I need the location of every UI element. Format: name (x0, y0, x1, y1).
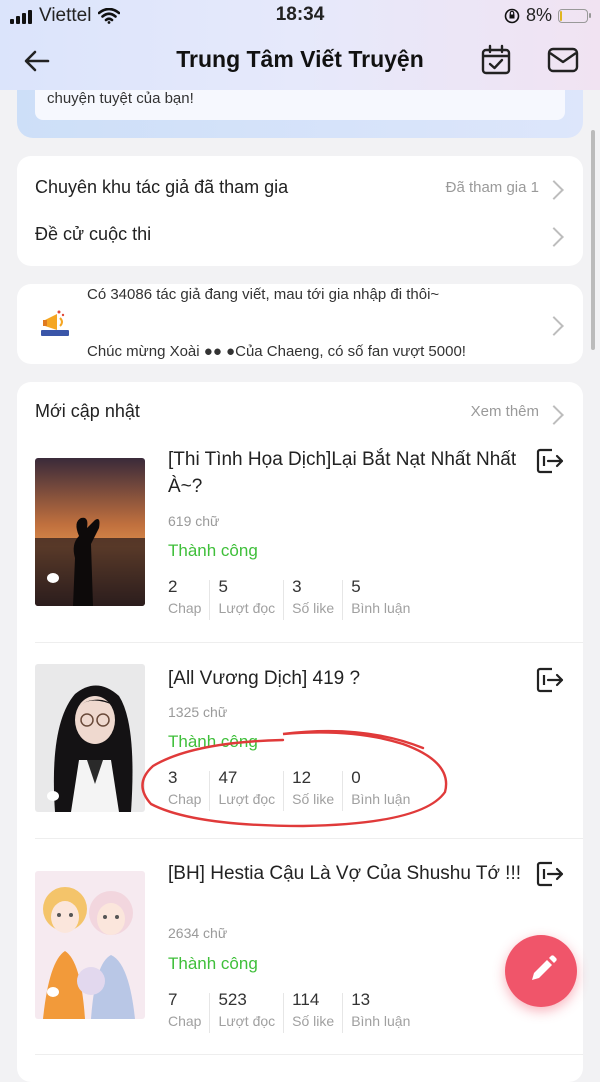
story-stats: 7 Chap 523 Lượt đọc 114 Số like 13 Bình luận (168, 990, 410, 1033)
stat-value: 13 (351, 990, 371, 1009)
chevron-right-icon (544, 227, 564, 247)
menu-card: Chuyên khu tác giả đã tham gia Đã tham g… (17, 156, 583, 266)
row-divider (35, 1054, 583, 1055)
story-item[interactable]: [BH] Hestia Cậu Là Vợ Của Shushu Tớ !!! … (17, 839, 583, 1054)
story-status: Thành công (168, 954, 258, 973)
export-icon[interactable] (536, 666, 564, 694)
menu-item-label: Chuyên khu tác giả đã tham gia (35, 177, 289, 197)
stat-value: 3 (292, 577, 302, 596)
stat-divider (209, 580, 211, 620)
stat-divider (342, 580, 344, 620)
stat-divider (283, 580, 285, 620)
status-right: 8% (504, 5, 591, 26)
stat-label: Số like (292, 600, 335, 616)
stat-value: 523 (218, 990, 247, 1009)
see-more-label: Xem thêm (470, 403, 539, 420)
stat-comments: 13 Bình luận (351, 990, 410, 1033)
nav-bar: Trung Tâm Viết Truyện (0, 32, 600, 90)
stat-value: 5 (351, 577, 361, 596)
hand-drawn-highlight (141, 729, 448, 828)
battery-percent: 8% (525, 5, 552, 25)
calendar-check-icon[interactable] (480, 44, 512, 76)
story-cover-image (35, 664, 145, 812)
stat-chap: 7 Chap (168, 990, 201, 1033)
stat-divider (342, 993, 344, 1033)
stat-label: Lượt đọc (218, 1013, 276, 1029)
orientation-lock-icon (504, 8, 520, 23)
stat-label: Bình luận (351, 1013, 411, 1029)
stat-label: Bình luận (351, 600, 411, 616)
chevron-right-icon (544, 180, 564, 200)
comment-bubble-icon (47, 573, 59, 583)
story-word-count: 2634 chữ (168, 925, 228, 941)
comment-bubble-icon (47, 987, 59, 997)
stat-likes: 3 Số like (292, 577, 334, 620)
menu-item-label: Đề cử cuộc thi (35, 224, 152, 244)
story-word-count: 1325 chữ (168, 704, 228, 720)
menu-item-value: Đã tham gia 1 (445, 179, 539, 196)
banner-text: chuyện tuyệt của bạn! (35, 90, 565, 120)
stat-likes: 114 Số like (292, 990, 334, 1033)
story-title: [BH] Hestia Cậu Là Vợ Của Shushu Tớ !!! (168, 863, 522, 884)
export-icon[interactable] (536, 447, 564, 475)
story-title: [All Vương Dịch] 419 ? (168, 668, 361, 689)
notice-line-2: Chúc mừng Xoài ●● ●Của Chaeng, có số fan… (87, 343, 466, 360)
menu-item-author-zone[interactable]: Chuyên khu tác giả đã tham gia Đã tham g… (17, 156, 583, 211)
export-icon[interactable] (536, 860, 564, 888)
stat-divider (209, 993, 211, 1033)
stat-value: 114 (292, 990, 320, 1009)
story-cover-image (35, 458, 145, 606)
mail-icon[interactable] (547, 46, 579, 74)
notice-line-1: Có 34086 tác giả đang viết, mau tới gia … (87, 286, 440, 303)
comment-bubble-icon (47, 791, 59, 801)
pencil-icon (532, 955, 557, 980)
status-bar: Viettel 18:34 8% (0, 0, 600, 32)
top-banner[interactable]: chuyện tuyệt của bạn! (17, 90, 583, 138)
battery-icon (558, 8, 591, 23)
chevron-right-icon (544, 405, 564, 425)
stat-chap: 2 Chap (168, 577, 201, 620)
section-title: Mới cập nhật (35, 401, 140, 421)
story-title: [Thi Tình Họa Dịch]Lại Bắt Nạt Nhất Nhất… (168, 449, 517, 497)
chevron-right-icon (544, 316, 564, 336)
stat-comments: 5 Bình luận (351, 577, 410, 620)
stat-divider (283, 993, 285, 1033)
stat-label: Số like (292, 1013, 335, 1029)
menu-item-contest[interactable]: Đề cử cuộc thi (17, 211, 583, 266)
stat-label: Lượt đọc (218, 600, 276, 616)
stat-value: 2 (168, 577, 178, 596)
story-item[interactable]: [Thi Tình Họa Dịch]Lại Bắt Nạt Nhất Nhất… (17, 440, 583, 640)
story-stats: 2 Chap 5 Lượt đọc 3 Số like 5 Bình luận (168, 577, 410, 620)
write-story-button[interactable] (505, 935, 577, 1007)
stat-value: 7 (168, 990, 178, 1009)
stat-label: Chap (168, 1013, 202, 1029)
stat-value: 5 (218, 577, 228, 596)
stat-reads: 5 Lượt đọc (218, 577, 275, 620)
see-more-link[interactable]: Xem thêm (443, 392, 583, 432)
megaphone-icon (41, 310, 69, 336)
scrollbar[interactable] (591, 130, 595, 350)
notice-card[interactable]: Có 34086 tác giả đang viết, mau tới gia … (17, 284, 583, 364)
stat-reads: 523 Lượt đọc (218, 990, 275, 1033)
story-word-count: 619 chữ (168, 513, 220, 529)
story-status: Thành công (168, 541, 258, 560)
stat-label: Chap (168, 600, 202, 616)
